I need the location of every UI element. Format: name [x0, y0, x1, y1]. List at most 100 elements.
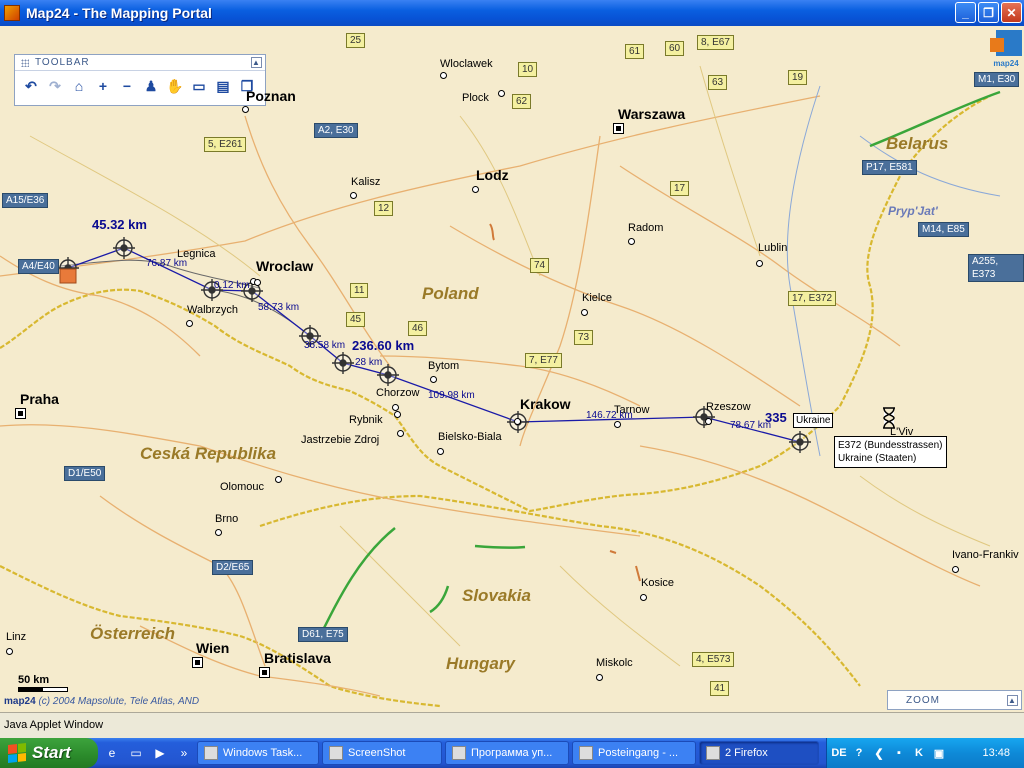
drag-grip-icon[interactable]: [21, 58, 29, 67]
road-shield: 60: [665, 41, 685, 56]
city-label-miskolc: Miskolc: [596, 657, 633, 669]
road-shield: 62: [512, 94, 532, 109]
print-icon[interactable]: ▤: [213, 75, 233, 97]
scale-label: 50 km: [18, 674, 50, 686]
route-segment-distance: 36.58 km: [304, 340, 346, 351]
hand-pan-icon[interactable]: ✋: [165, 75, 185, 97]
taskbar-task-button[interactable]: 2 Firefox: [699, 741, 819, 765]
toolbar-collapse-button[interactable]: ▲: [251, 57, 262, 68]
road-shield: 19: [788, 70, 808, 85]
road-shield: 25: [346, 33, 366, 48]
road-shield: 12: [374, 201, 394, 216]
city-dot-kosice: [640, 594, 647, 601]
road-shield: 45: [346, 312, 366, 327]
taskbar-task-button[interactable]: Posteingang - ...: [572, 741, 696, 765]
road-shield: 4, E573: [692, 652, 735, 667]
maximize-button[interactable]: ❐: [978, 2, 999, 23]
road-shield: 8, E67: [697, 35, 734, 50]
network-icon[interactable]: ▪: [891, 745, 907, 761]
city-label-brno: Brno: [215, 513, 239, 525]
zoom-panel[interactable]: ZOOM ▲: [887, 690, 1022, 710]
city-dot-chorzow: [392, 404, 399, 411]
tray-arrow-icon[interactable]: ❮: [871, 745, 887, 761]
map-copyright: map24 (c) 2004 Mapsolute, Tele Atlas, AN…: [4, 696, 199, 707]
map-canvas[interactable]: TOOLBAR ▲ ↶ ↷ ⌂ + − ♟ ✋ ▭ ▤ ❐ map24 Poland Ceská R…: [0, 26, 1024, 712]
road-shield: 41: [710, 681, 730, 696]
zoom-collapse-button[interactable]: ▲: [1007, 695, 1018, 706]
monitor-icon[interactable]: ▣: [931, 745, 947, 761]
road-shield: 63: [708, 75, 728, 90]
windows-logo-icon: [8, 743, 26, 763]
route-waypoint-marker[interactable]: [332, 352, 354, 374]
route-waypoint-marker[interactable]: [113, 237, 135, 259]
logo-text: map24: [993, 59, 1019, 68]
city-dot-bytom: [430, 376, 437, 383]
route-segment-distance: 146.72 km: [586, 410, 633, 421]
highway-shield: A4/E40: [18, 259, 59, 274]
city-label-krakow: Krakow: [520, 396, 571, 412]
zoom-in-icon[interactable]: +: [93, 75, 113, 97]
forward-arrow-icon[interactable]: ↷: [45, 75, 65, 97]
map24-logo: map24: [990, 30, 1022, 68]
task-label: Программа уп...: [471, 747, 553, 759]
quicklaunch-desktop-icon[interactable]: ▭: [126, 743, 146, 763]
back-arrow-icon[interactable]: ↶: [21, 75, 41, 97]
toolbar-header[interactable]: TOOLBAR ▲: [15, 55, 265, 71]
city-dot-olomouc: [275, 476, 282, 483]
antivirus-icon[interactable]: K: [911, 745, 927, 761]
highway-shield: D2/E65: [212, 560, 254, 575]
route-segment-distance: 76.87 km: [146, 258, 188, 269]
taskbar-task-button[interactable]: Программа уп...: [445, 741, 569, 765]
country-label-sterreich: Österreich: [90, 624, 176, 643]
taskbar-task-button[interactable]: Windows Task...: [197, 741, 319, 765]
quicklaunch-ie-icon[interactable]: e: [102, 743, 122, 763]
copyright-brand: map24: [4, 696, 36, 707]
zoom-out-icon[interactable]: −: [117, 75, 137, 97]
measure-icon[interactable]: ▭: [189, 75, 209, 97]
quicklaunch-media-icon[interactable]: ▶: [150, 743, 170, 763]
route-segment-distance: 0.12 km: [214, 280, 250, 291]
city-label-radom: Radom: [628, 222, 664, 234]
city-dot-warszawa: [613, 123, 624, 134]
city-dot-radom: [628, 238, 635, 245]
route-segment-distance: 78.67 km: [730, 420, 772, 431]
taskbar-task-button[interactable]: ScreenShot: [322, 741, 442, 765]
app-icon: [4, 5, 20, 21]
city-label-lodz: Lodz: [476, 167, 509, 183]
task-list: Windows Task... ScreenShot Программа уп...…: [194, 741, 819, 765]
city-dot-kalisz: [350, 192, 357, 199]
city-dot-rzeszow: [705, 418, 712, 425]
road-shield: 46: [408, 321, 428, 336]
toolbar-title: TOOLBAR: [35, 57, 90, 68]
home-icon[interactable]: ⌂: [69, 75, 89, 97]
city-dot-praha: [15, 408, 26, 419]
language-indicator[interactable]: DE: [831, 745, 847, 761]
city-dot-miskolc: [596, 674, 603, 681]
road-shield: 10: [518, 62, 538, 77]
person-icon[interactable]: ♟: [141, 75, 161, 97]
zoom-title: ZOOM: [906, 694, 940, 706]
task-app-icon: [329, 746, 343, 760]
city-label-wroclaw: Wroclaw: [256, 258, 314, 274]
country-label-slovakia: Slovakia: [462, 586, 531, 605]
window-title: Map24 - The Mapping Portal: [26, 5, 212, 21]
minimize-button[interactable]: _: [955, 2, 976, 23]
city-label-lublin: Lublin: [758, 242, 788, 254]
city-label-kielce: Kielce: [582, 292, 612, 304]
country-label-cesk-republika: Ceská Republika: [140, 444, 277, 463]
city-label-ivano-frankiv: Ivano-Frankiv: [952, 549, 1019, 561]
road-shield: 74: [530, 258, 550, 273]
city-dot-wloclawek: [440, 72, 447, 79]
help-icon[interactable]: ?: [851, 745, 867, 761]
start-button[interactable]: Start: [0, 738, 98, 768]
toolbar-panel: TOOLBAR ▲ ↶ ↷ ⌂ + − ♟ ✋ ▭ ▤ ❐: [14, 54, 266, 106]
window-titlebar[interactable]: Map24 - The Mapping Portal _ ❐ ✕: [0, 0, 1024, 26]
city-label-kosice: Kosice: [641, 577, 675, 589]
country-label-belarus: Belarus: [886, 134, 949, 153]
close-button[interactable]: ✕: [1001, 2, 1022, 23]
highway-shield: M1, E30: [974, 72, 1020, 87]
city-label-chorzow: Chorzow: [376, 387, 420, 399]
quicklaunch-more-button[interactable]: »: [174, 743, 194, 763]
route-waypoint-marker[interactable]: [789, 431, 811, 453]
city-label-jastrzebie-zdroj: Jastrzebie Zdroj: [301, 434, 380, 446]
